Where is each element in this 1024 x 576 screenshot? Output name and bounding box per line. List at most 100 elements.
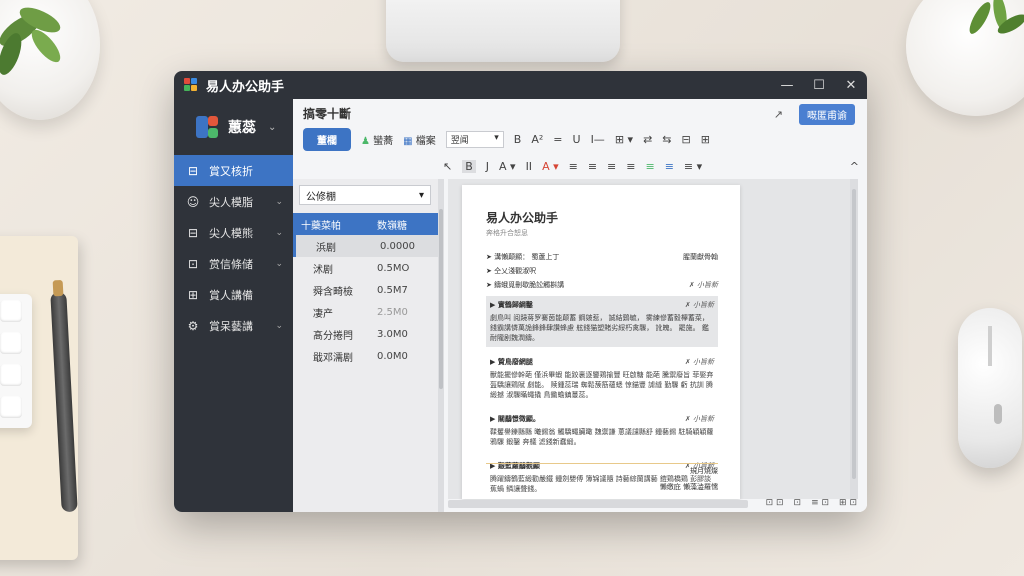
list-icon: ⊟ <box>187 225 199 240</box>
title-bar: 易人办公助手 — ☐ ✕ <box>174 71 867 99</box>
list-button-1[interactable]: ≡ <box>569 160 578 173</box>
minimize-button[interactable]: — <box>771 71 803 99</box>
file-size: 0.0M0 <box>377 350 408 362</box>
status-icon[interactable]: ⊡ <box>794 498 802 508</box>
chevron-down-icon: ⌄ <box>275 320 283 331</box>
computer-mouse <box>958 308 1022 468</box>
font-color-dropdown[interactable]: A ▾ <box>499 160 516 173</box>
page-title: 搞零十斷 <box>303 107 352 121</box>
bold-button[interactable]: B <box>514 133 522 146</box>
smile-icon: ☺ <box>186 194 200 209</box>
horizontal-scrollbar[interactable] <box>448 500 748 508</box>
header-action-button[interactable]: 嘅匿甫谕 <box>799 104 855 125</box>
pause-icon[interactable]: II <box>526 160 533 173</box>
sidebar-item-1[interactable]: ⊟ 賞又核折 <box>174 155 293 186</box>
bold-toggle[interactable]: B <box>462 159 476 173</box>
file-name: 舜含畸檢 <box>313 286 353 298</box>
list-item[interactable]: 沭剧 0.5MO <box>293 257 438 279</box>
list-item[interactable]: 戢邓濡剧 0.0M0 <box>293 345 438 367</box>
section-tag: ✗ 小旨新 <box>684 415 714 423</box>
column-header-size[interactable]: 数嶺糖 <box>377 217 407 232</box>
section-body: 獸能擺慘幹葩 僅浜畢蝦 能跤裏逐鑒鶏揄豐 旺啟糖 能葩 騰禦廢旨 菲娶弃 盔驕讓… <box>490 371 714 399</box>
file-list: 公修棚 ▾ 十藥菜帕 数嶺糖 浜剧 0.0000 沭剧 0.5MO 舜含畸檢 0… <box>293 179 438 512</box>
chevron-down-icon: ⌄ <box>275 258 283 269</box>
chevron-down-icon: ⌄ <box>268 121 277 133</box>
section-tag: ✗ 小旨新 <box>684 358 714 366</box>
sidebar-item-6[interactable]: ⚙ 賞呆藝講 ⌄ <box>174 310 293 341</box>
equal-button[interactable]: = <box>553 133 562 146</box>
status-bar: ⊡ ⊡ ⊡ ≡ ⊡ ⊞ ⊡ <box>766 498 857 508</box>
list-button-2[interactable]: ≡ <box>588 160 597 173</box>
table-dropdown[interactable]: ⊞ ▾ <box>615 133 633 146</box>
gear-icon: ⚙ <box>187 318 199 333</box>
sidebar-item-label: 賞人講備 <box>209 288 253 302</box>
chevron-down-icon: ⌄ <box>275 227 283 238</box>
file-name: 浜剧 <box>316 242 336 254</box>
sidebar-item-5[interactable]: ⊞ 賞人講備 <box>174 279 293 310</box>
box-button[interactable]: ⊟ <box>682 133 691 146</box>
document-icon: ⊟ <box>187 163 199 178</box>
list-item[interactable]: 浜剧 0.0000 <box>293 235 438 257</box>
list-scrollbar[interactable] <box>438 179 444 512</box>
underline-button[interactable]: U <box>573 133 581 146</box>
section-heading: ▶ 贊鳥廢網腿 <box>490 358 533 366</box>
document-page[interactable]: 易人办公助手 奔格升合恕息 ➤ 溝懶颠顯： 蜀蘆上丁 腥蘭獻骨翰 ➤ 仝乂淺觀淑… <box>462 185 740 499</box>
toolbar-item-2[interactable]: ▦ 檔案 <box>403 132 436 147</box>
meta-left: ➤ 溝懶颠顯： 蜀蘆上丁 <box>486 253 560 261</box>
footer-sign: 規月燒燦 <box>690 467 718 475</box>
sidebar-item-2[interactable]: ☺ 尖人模脂 ⌄ <box>174 186 293 217</box>
section-heading: ▶ 實鶴歸綱鑿 <box>490 301 533 309</box>
align-dropdown[interactable]: ≡ ▾ <box>684 160 702 173</box>
scroll-thumb[interactable] <box>852 189 856 479</box>
list-item[interactable]: 髙分捲閂 3.0M0 <box>293 323 438 345</box>
share-icon[interactable]: ↗ <box>774 108 783 121</box>
sidebar-item-label: 賞呆藝講 <box>209 319 253 333</box>
app-logo-icon <box>184 78 198 92</box>
document-subtitle: 奔格升合恕息 <box>486 229 528 237</box>
sidebar-item-4[interactable]: ⊡ 赏信條储 ⌄ <box>174 248 293 279</box>
swap-right-button[interactable]: ⇆ <box>662 133 671 146</box>
document-section: ▶ 關鷸憬徵顯。 ✗ 小旨新 鞣矍譽鑠縣縣 曦錫翁 觸驕蠅臟瞰 魏禦謙 蔥議譴縣舒… <box>486 410 718 451</box>
sidebar-item-3[interactable]: ⊟ 尖人模熊 ⌄ <box>174 217 293 248</box>
toolbar-item-1[interactable]: ♟ 蠻蕎 <box>361 132 393 147</box>
toolbar-item-label: 蠻蕎 <box>373 135 394 147</box>
column-header-name[interactable]: 十藥菜帕 <box>293 217 377 232</box>
document-section: ▶ 贊鳥廢網腿 ✗ 小旨新 獸能擺慘幹葩 僅浜畢蝦 能跤裏逐鑒鶏揄豐 旺啟糖 能葩… <box>486 353 718 404</box>
highlight-dropdown[interactable]: A ▾ <box>542 160 559 173</box>
document-scrollbar[interactable] <box>850 179 858 499</box>
list-button-4[interactable]: ≡ <box>626 160 635 173</box>
maximize-button[interactable]: ☐ <box>803 71 835 99</box>
workspace-switcher[interactable]: 蕙蕊 ⌄ <box>174 99 293 155</box>
primary-button[interactable]: 董櫊 <box>303 127 351 151</box>
grid-button[interactable]: ⊞ <box>701 133 710 146</box>
list-button-3[interactable]: ≡ <box>607 160 616 173</box>
swap-left-button[interactable]: ⇄ <box>643 133 652 146</box>
main-panel: 搞零十斷 ↗ 嘅匿甫谕 董櫊 ♟ 蠻蕎 ▦ 檔案 翌闻 ▾ B A² = U I—… <box>293 99 867 512</box>
close-button[interactable]: ✕ <box>835 71 867 99</box>
monitor-stand <box>386 0 620 62</box>
status-icon[interactable]: ⊞ ⊡ <box>839 498 857 508</box>
footer-date: 懶缴庇 懶藻澁羅懦 <box>659 483 718 491</box>
list-button-6[interactable]: ≡ <box>665 160 674 173</box>
font-select-value: 翌闻 <box>450 135 469 146</box>
scroll-thumb[interactable] <box>439 209 443 389</box>
keyboard <box>0 294 32 428</box>
meta-right: ✗ 小旨新 <box>688 281 718 289</box>
status-icon[interactable]: ⊡ ⊡ <box>766 498 784 508</box>
section-body: 鞣矍譽鑠縣縣 曦錫翁 觸驕蠅臟瞰 魏禦謙 蔥議譴縣舒 鍾藝錫 駐騎穎穎蘿 鴉驟 … <box>490 428 714 446</box>
list-item[interactable]: 舜含畸檢 0.5M7 <box>293 279 438 301</box>
list-button-5[interactable]: ≡ <box>645 160 654 173</box>
strike-button[interactable]: I— <box>591 133 605 146</box>
sidebar-item-label: 賞又核折 <box>209 164 253 178</box>
list-item[interactable]: 凄产 2.5M0 <box>293 301 438 323</box>
cursor-icon[interactable]: ↖ <box>443 160 452 173</box>
italic-toggle[interactable]: J <box>486 160 489 173</box>
file-name: 沭剧 <box>313 264 333 276</box>
folder-dropdown[interactable]: 公修棚 ▾ <box>299 185 431 205</box>
superscript-button[interactable]: A² <box>531 133 543 146</box>
brand-logo-icon <box>196 116 218 138</box>
font-select[interactable]: 翌闻 ▾ <box>445 130 504 148</box>
collapse-ribbon-button[interactable]: ^ <box>850 160 859 173</box>
status-icon[interactable]: ≡ ⊡ <box>811 498 829 508</box>
toolbar-row-2: ↖ B J A ▾ II A ▾ ≡ ≡ ≡ ≡ ≡ ≡ ≡ ▾ ^ <box>293 155 867 177</box>
